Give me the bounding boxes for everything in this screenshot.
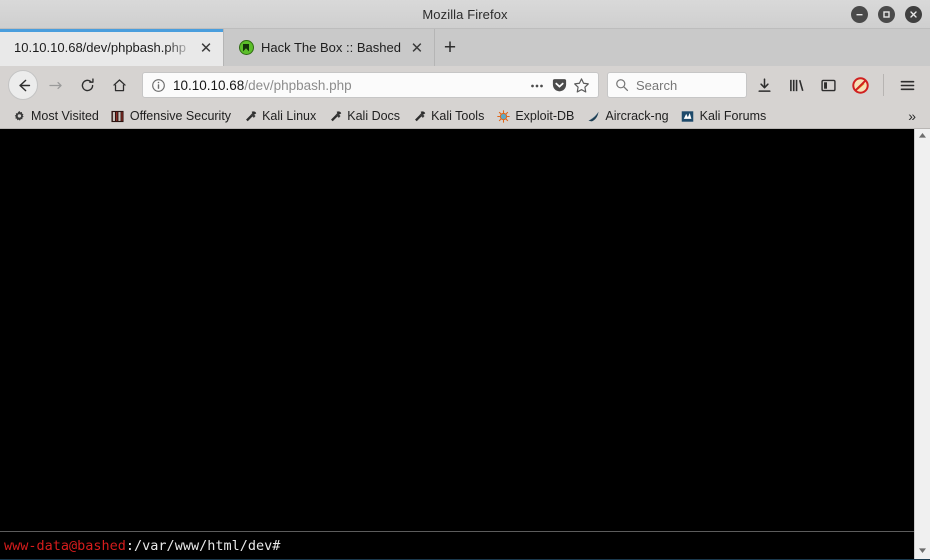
wrench-icon (328, 109, 342, 123)
title-bar: Mozilla Firefox (0, 0, 930, 29)
tab-title: 10.10.10.68/dev/phpbash.php (14, 40, 187, 55)
tab-hack-the-box[interactable]: Hack The Box :: Bashed ✕ (224, 29, 435, 66)
back-arrow-icon (18, 79, 30, 91)
bookmark-offensive-security[interactable]: Offensive Security (105, 106, 237, 127)
url-text: 10.10.10.68/dev/phpbash.php (173, 78, 526, 93)
wrench-icon (412, 109, 426, 123)
forward-arrow-icon (48, 81, 62, 89)
tab-title: Hack The Box :: Bashed (261, 40, 401, 55)
toolbar-separator (883, 74, 884, 96)
htb-favicon-icon (238, 40, 254, 56)
menu-button[interactable] (892, 70, 922, 100)
bookmark-label: Kali Tools (431, 109, 485, 123)
bookmark-kali-tools[interactable]: Kali Tools (406, 106, 490, 127)
bookmark-exploit-db[interactable]: Exploit-DB (490, 106, 580, 127)
navigation-toolbar: 10.10.10.68/dev/phpbash.php Search (0, 66, 930, 104)
window-controls (851, 0, 922, 28)
home-icon (112, 78, 126, 91)
bookmark-label: Offensive Security (129, 109, 232, 123)
bookmark-star-icon[interactable] (570, 74, 592, 96)
download-icon (757, 77, 771, 92)
bookmark-label: Exploit-DB (515, 109, 575, 123)
bookmark-label: Kali Forums (699, 109, 767, 123)
downloads-button[interactable] (749, 70, 779, 100)
terminal-prompt-line[interactable]: www-data@bashed:/var/www/html/dev# (0, 532, 914, 559)
scrollbar-up-arrow-icon[interactable] (918, 129, 927, 144)
scrollbar-down-arrow-icon[interactable] (918, 544, 927, 559)
bookmark-label: Most Visited (31, 109, 99, 123)
bookmark-kali-docs[interactable]: Kali Docs (322, 106, 406, 127)
terminal-prompt-user: www-data@bashed (4, 537, 126, 554)
new-tab-button[interactable]: + (435, 29, 465, 66)
bookmark-label: Aircrack-ng (605, 109, 669, 123)
hamburger-menu-icon (900, 80, 914, 90)
sidebar-icon (820, 79, 836, 91)
search-placeholder: Search (636, 77, 678, 93)
gear-icon (12, 109, 26, 123)
reload-icon (81, 77, 94, 91)
bookmark-most-visited[interactable]: Most Visited (6, 106, 105, 127)
library-button[interactable] (781, 70, 811, 100)
aircrack-icon (586, 109, 600, 123)
url-bar[interactable]: 10.10.10.68/dev/phpbash.php (142, 72, 599, 98)
offsec-icon (111, 109, 125, 123)
bookmark-kali-forums[interactable]: Kali Forums (675, 106, 773, 127)
forums-icon (681, 109, 695, 123)
bookmark-kali-linux[interactable]: Kali Linux (237, 106, 322, 127)
url-host: 10.10.10.68 (173, 77, 245, 93)
pocket-icon[interactable] (548, 74, 570, 96)
close-button[interactable] (905, 5, 922, 23)
page-actions-icon[interactable] (526, 74, 548, 96)
terminal-prompt-path: :/var/www/html/dev# (125, 537, 281, 554)
forward-button[interactable] (40, 70, 70, 100)
search-box[interactable]: Search (607, 72, 747, 98)
firefox-window: Mozilla Firefox 10.10.10.68/dev/phpbash.… (0, 0, 930, 560)
bookmark-label: Kali Docs (347, 109, 401, 123)
bookmark-label: Kali Linux (262, 109, 317, 123)
page-scrollbar[interactable] (914, 129, 930, 559)
maximize-button[interactable] (878, 5, 895, 23)
site-info-icon[interactable] (149, 76, 167, 94)
wrench-icon (243, 109, 257, 123)
bookmarks-bar: Most Visited Offensive Security Kali Lin… (0, 104, 930, 129)
exploitdb-icon (496, 109, 510, 123)
tab-phpbash[interactable]: 10.10.10.68/dev/phpbash.php ✕ (0, 29, 224, 66)
back-button[interactable] (8, 70, 38, 100)
noscript-icon (851, 76, 869, 94)
library-icon (789, 79, 804, 91)
bookmark-aircrack-ng[interactable]: Aircrack-ng (580, 106, 674, 127)
bookmarks-overflow-chevron-icon[interactable]: » (900, 108, 924, 124)
window-title: Mozilla Firefox (422, 6, 508, 22)
tab-strip: 10.10.10.68/dev/phpbash.php ✕ Hack The B… (0, 29, 930, 66)
url-path: /dev/phpbash.php (244, 77, 352, 93)
sidebar-button[interactable] (813, 70, 843, 100)
noscript-button[interactable] (845, 70, 875, 100)
tab-close-icon[interactable]: ✕ (197, 39, 215, 57)
tab-close-icon[interactable]: ✕ (408, 39, 426, 57)
reload-button[interactable] (72, 70, 102, 100)
home-button[interactable] (104, 70, 134, 100)
search-icon (615, 78, 629, 92)
terminal-cursor[interactable] (282, 538, 289, 553)
page-content: www-data@bashed:/var/www/html/dev# (0, 129, 930, 559)
terminal-output (0, 129, 914, 531)
minimize-button[interactable] (851, 5, 868, 23)
